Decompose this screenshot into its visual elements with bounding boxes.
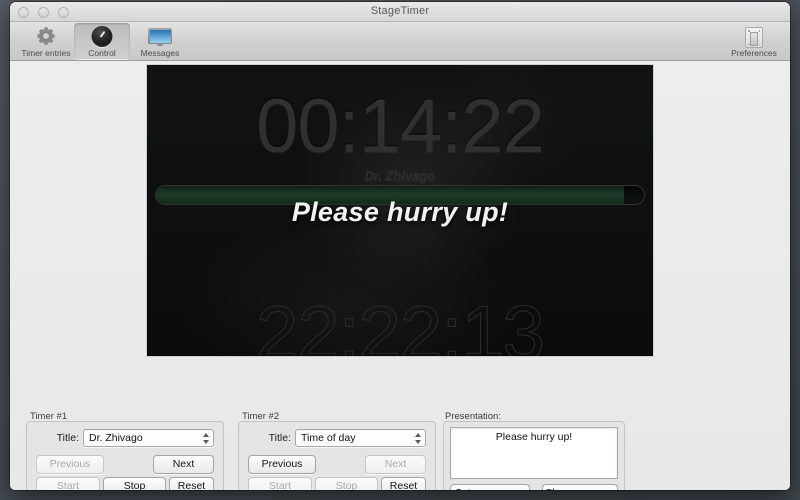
timer1-reset-button[interactable]: Reset — [169, 477, 214, 490]
stage-preview[interactable]: 00:14:22 Dr. Zhivago Please hurry up! 22… — [146, 64, 654, 357]
gear-icon — [35, 25, 57, 47]
switch-icon — [743, 25, 765, 48]
display-icon — [148, 25, 172, 47]
timer2-title-label: Title: — [268, 432, 291, 444]
main-toolbar: Timer entries Control Messages Preferenc… — [10, 22, 790, 61]
toolbar-item-timer-entries[interactable]: Timer entries — [18, 23, 74, 59]
knob-icon — [91, 25, 113, 47]
toolbar-item-control[interactable]: Control — [74, 23, 130, 59]
timer1-title-value: Dr. Zhivago — [89, 432, 143, 444]
clear-message-button[interactable]: Clear message — [542, 484, 618, 490]
timer1-title-label: Title: — [56, 432, 79, 444]
window-content: 00:14:22 Dr. Zhivago Please hurry up! 22… — [10, 61, 790, 490]
toolbar-item-label: Timer entries — [21, 48, 71, 58]
desktop-background: StageTimer Timer entries Control Message… — [0, 0, 800, 500]
toolbar-item-label: Control — [88, 48, 116, 58]
timer1-previous-button[interactable]: Previous — [36, 455, 104, 474]
timer2-group: Title: Time of day Previous Next Start S… — [238, 421, 436, 490]
message-textarea[interactable]: Please hurry up! — [450, 427, 618, 479]
primary-timer-label: Dr. Zhivago — [364, 168, 436, 183]
stepper-icon[interactable] — [203, 432, 210, 445]
timer1-group: Title: Dr. Zhivago Previous Next Start S… — [26, 421, 224, 490]
timer2-previous-button[interactable]: Previous — [248, 455, 316, 474]
timer1-title-combo[interactable]: Dr. Zhivago — [83, 429, 214, 447]
window-title: StageTimer — [370, 5, 430, 17]
primary-timer-display: 00:14:22 — [256, 84, 545, 169]
timer1-start-button[interactable]: Start — [36, 477, 100, 490]
toolbar-item-preferences[interactable]: Preferences — [724, 23, 784, 59]
preview-message-text: Please hurry up! — [291, 197, 509, 227]
timer2-title-combo[interactable]: Time of day — [295, 429, 426, 447]
timer2-next-button[interactable]: Next — [365, 455, 426, 474]
timer1-stop-button[interactable]: Stop — [103, 477, 166, 490]
window-titlebar[interactable]: StageTimer — [10, 2, 790, 22]
timer2-reset-button[interactable]: Reset — [381, 477, 426, 490]
timer2-title-value: Time of day — [301, 432, 356, 444]
timer2-stop-button[interactable]: Stop — [315, 477, 378, 490]
toolbar-item-label: Preferences — [731, 48, 777, 58]
stepper-icon[interactable] — [415, 432, 422, 445]
secondary-timer-display: 22:22:13 — [256, 291, 546, 357]
application-window: StageTimer Timer entries Control Message… — [10, 2, 790, 490]
toolbar-item-messages[interactable]: Messages — [132, 23, 188, 59]
message-text-value: Please hurry up! — [495, 431, 573, 443]
timer2-start-button[interactable]: Start — [248, 477, 312, 490]
set-message-button[interactable]: Set message... — [450, 484, 530, 490]
timer1-next-button[interactable]: Next — [153, 455, 214, 474]
toolbar-item-label: Messages — [140, 48, 180, 58]
